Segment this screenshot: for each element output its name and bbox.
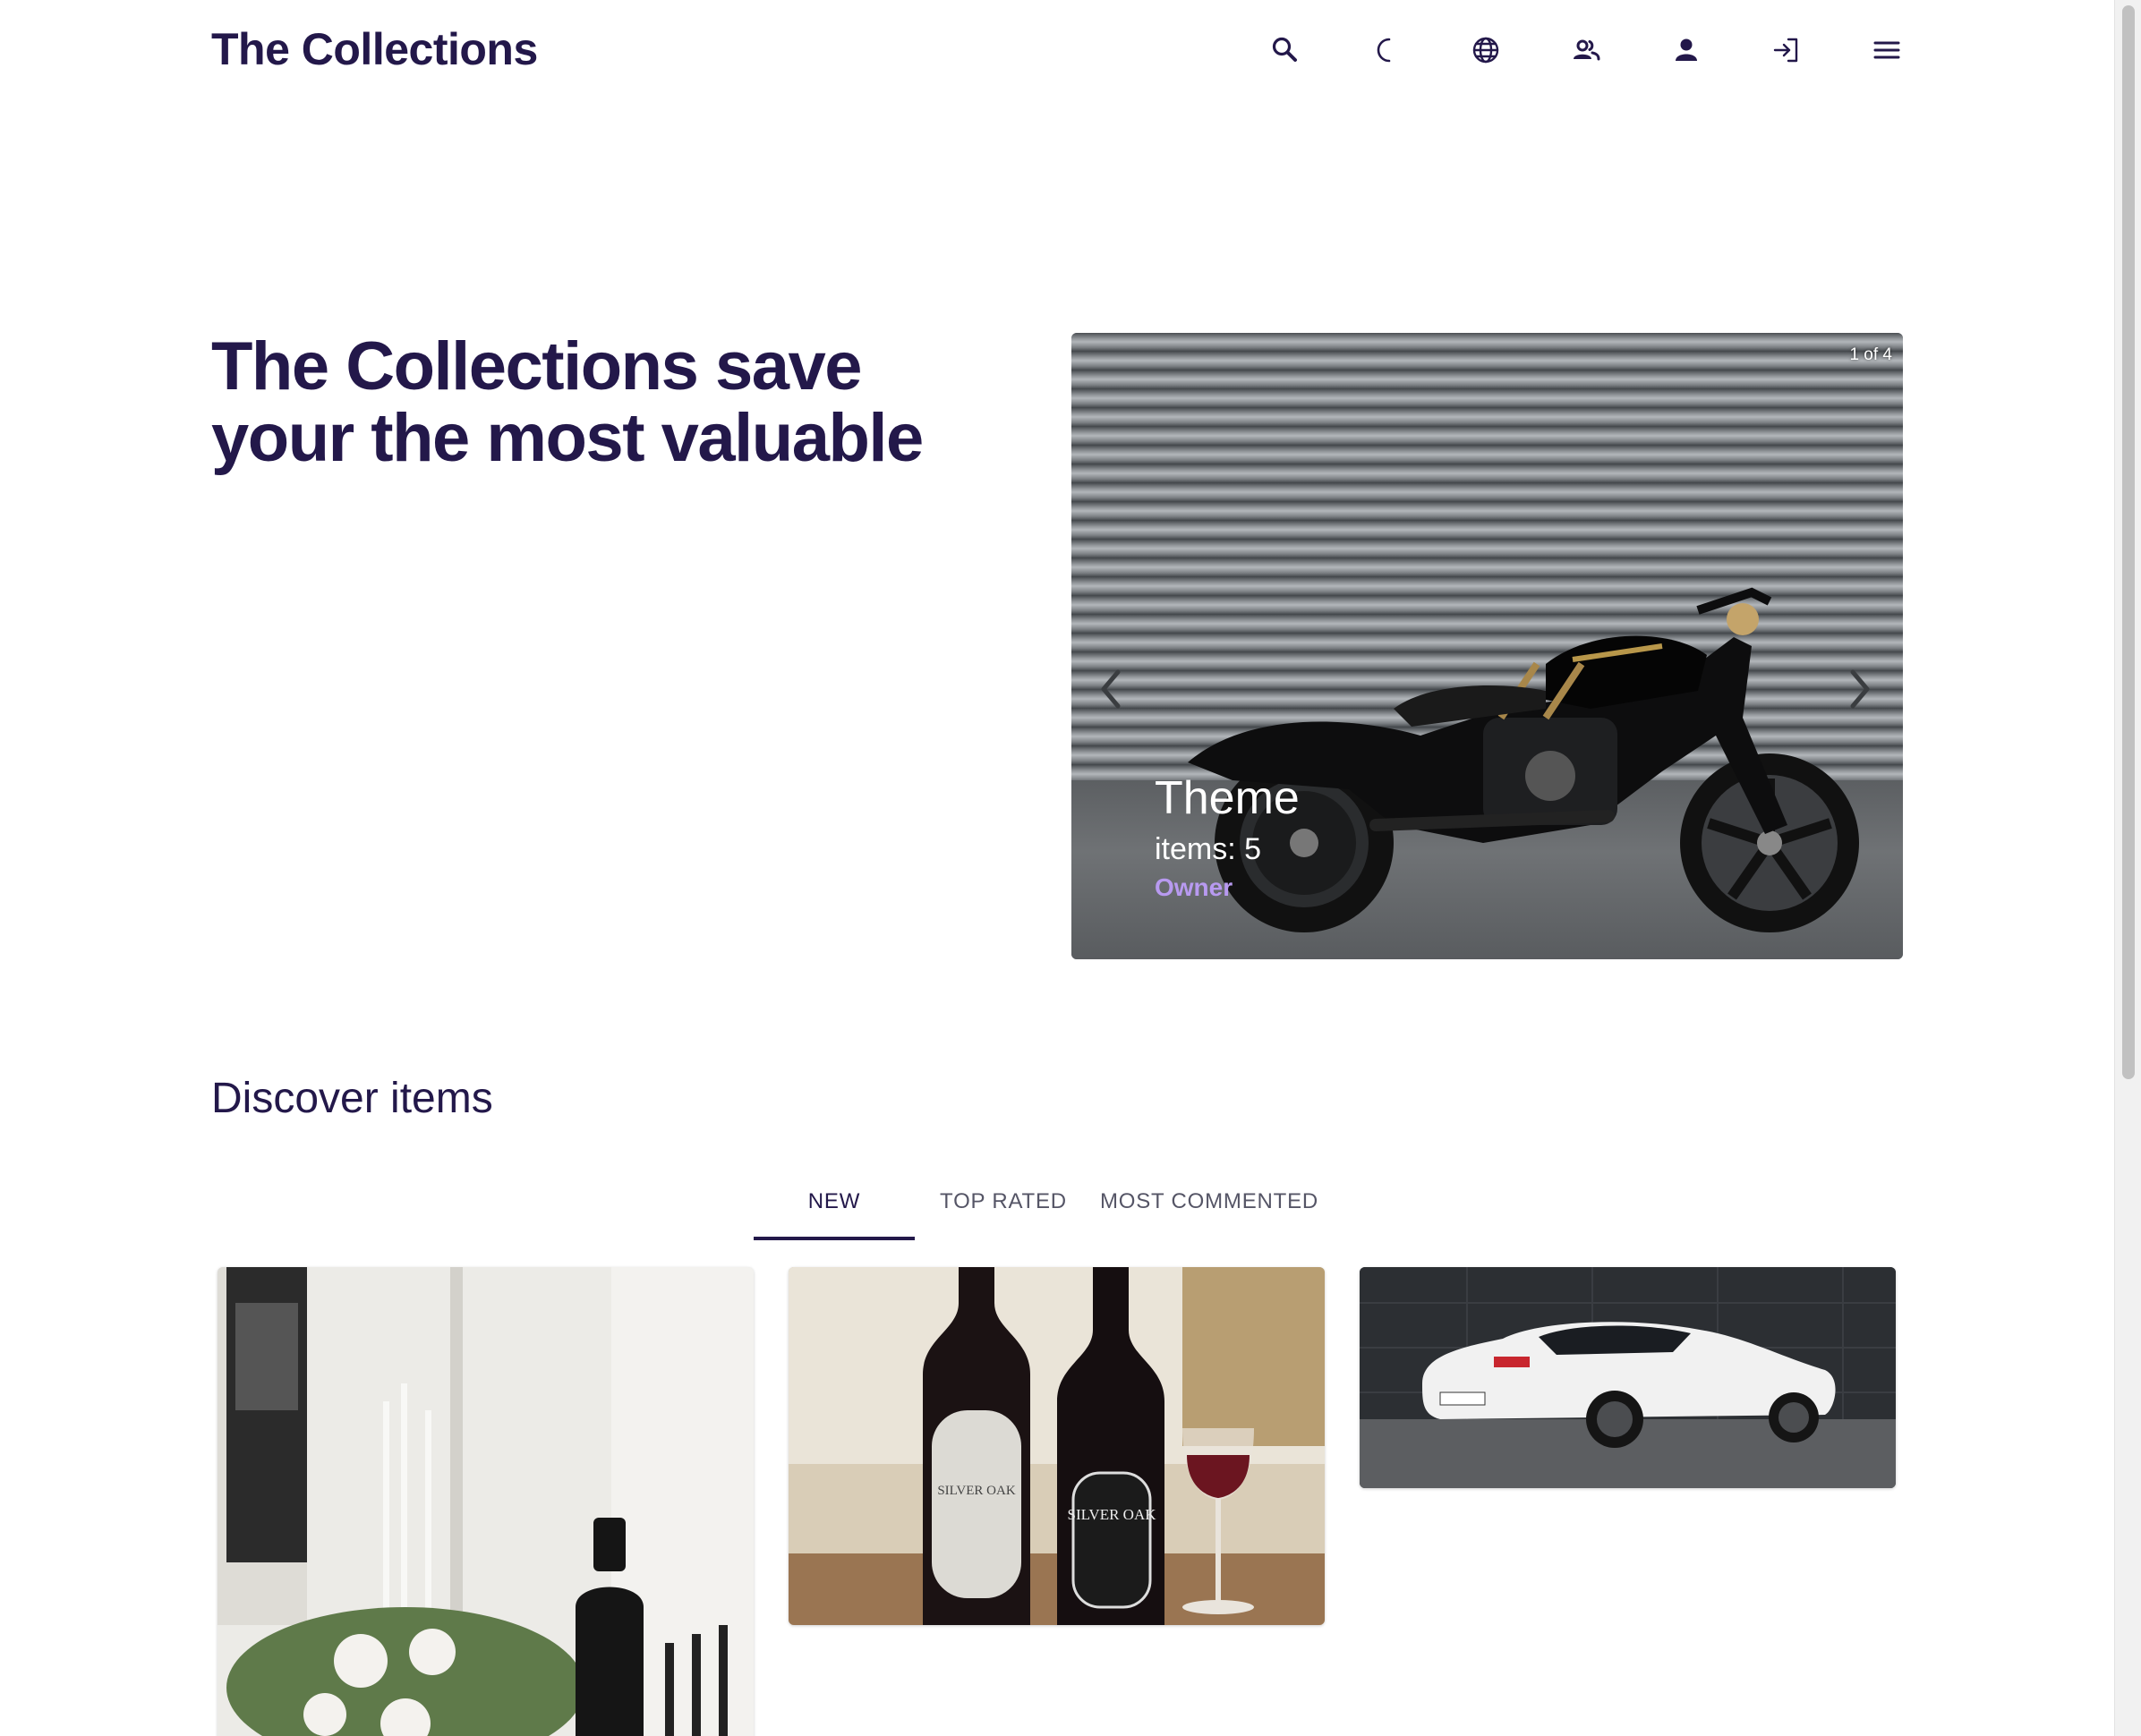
wine-label-text-2: SILVER OAK: [1067, 1506, 1156, 1523]
carousel-next-button[interactable]: [1842, 664, 1878, 714]
page-scrollbar[interactable]: [2114, 0, 2141, 1736]
brand-logo[interactable]: The Collections: [211, 23, 538, 75]
tab-new[interactable]: NEW: [754, 1163, 915, 1240]
white-sports-car-image: [1360, 1267, 1896, 1488]
item-card[interactable]: [218, 1267, 754, 1736]
users-button[interactable]: [1536, 27, 1636, 73]
chevron-right-icon: [1850, 669, 1870, 709]
carousel-caption: Theme items: 5 Owner: [1155, 771, 1300, 904]
table-flowers-wine-image: [218, 1267, 754, 1736]
collection-title[interactable]: Theme: [1155, 771, 1300, 825]
users-icon: [1574, 39, 1600, 61]
collection-owner-link[interactable]: Owner: [1155, 872, 1300, 904]
collection-item-count: items: 5: [1155, 832, 1262, 866]
wine-label-text-1: SILVER OAK: [937, 1484, 1016, 1498]
globe-icon: [1472, 37, 1499, 64]
theme-toggle-button[interactable]: [1335, 27, 1436, 73]
login-icon: [1773, 38, 1798, 63]
carousel-prev-button[interactable]: [1093, 664, 1129, 714]
search-icon: [1272, 37, 1297, 62]
collections-carousel[interactable]: 1 of 4 Theme items: 5 Owner: [1071, 333, 1903, 959]
menu-icon: [1873, 41, 1900, 59]
scrollbar-thumb[interactable]: [2122, 5, 2135, 1079]
menu-button[interactable]: [1837, 27, 1937, 73]
profile-button[interactable]: [1636, 27, 1736, 73]
discover-tabs: NEW TOP RATED MOST COMMENTED: [754, 1163, 1326, 1240]
user-icon: [1676, 38, 1697, 61]
discover-section-title: Discover items: [211, 1075, 493, 1122]
item-card[interactable]: SILVER OAK SILVER OAK: [789, 1267, 1325, 1625]
search-button[interactable]: [1235, 27, 1335, 73]
tab-most-commented[interactable]: MOST COMMENTED: [1092, 1163, 1326, 1240]
nav-icon-bar: [1235, 27, 1937, 73]
site-header: The Collections: [0, 0, 2114, 100]
hero-title: The Collections save your the most valua…: [211, 328, 924, 476]
language-button[interactable]: [1436, 27, 1536, 73]
login-button[interactable]: [1736, 27, 1837, 73]
tab-top-rated[interactable]: TOP RATED: [915, 1163, 1092, 1240]
chevron-left-icon: [1101, 669, 1121, 709]
carousel-counter: 1 of 4: [1849, 345, 1892, 364]
wine-bottles-image: SILVER OAK SILVER OAK: [789, 1267, 1325, 1625]
moon-icon: [1377, 38, 1391, 63]
item-card[interactable]: [1360, 1267, 1896, 1488]
